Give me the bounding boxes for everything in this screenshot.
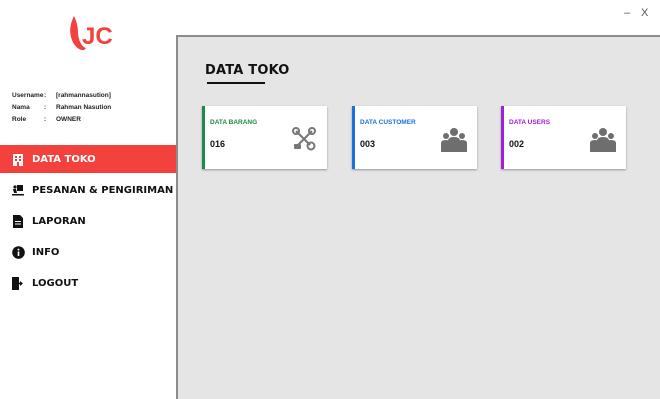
user-sep: : <box>44 116 47 123</box>
user-key: Role <box>12 116 27 123</box>
user-value: OWNER <box>56 116 81 123</box>
close-button[interactable]: X <box>641 7 648 19</box>
user-value: Rahman Nasution <box>56 104 112 111</box>
user-key: Nama <box>12 104 30 111</box>
main-panel: DATA TOKO DATA BARANG 016 DATA CUSTOMER … <box>176 35 660 399</box>
users-icon <box>441 128 467 152</box>
card-value: 003 <box>360 139 376 149</box>
nav-item-logout[interactable]: LOGOUT <box>0 269 176 297</box>
logout-icon <box>11 276 25 290</box>
delivery-icon <box>11 183 25 197</box>
user-info: Username : [rahmannasution] Nama : Rahma… <box>12 92 111 128</box>
minimize-button[interactable]: – <box>624 7 630 19</box>
logo-text: JC <box>82 23 113 50</box>
user-sep: : <box>44 92 47 99</box>
page-title: DATA TOKO <box>205 63 290 78</box>
user-sep: : <box>44 104 47 111</box>
card-value: 016 <box>210 139 226 149</box>
card-label: DATA CUSTOMER <box>360 119 416 126</box>
nav-item-pesanan-pengiriman[interactable]: PESANAN & PENGIRIMAN <box>0 176 176 204</box>
nav-label: LOGOUT <box>32 277 79 289</box>
nav-item-data-toko[interactable]: DATA TOKO <box>0 145 176 173</box>
card-value: 002 <box>509 139 525 149</box>
info-icon <box>11 245 25 259</box>
card-data-barang[interactable]: DATA BARANG 016 <box>202 106 327 169</box>
card-data-customer[interactable]: DATA CUSTOMER 003 <box>352 106 477 169</box>
nav-item-laporan[interactable]: LAPORAN <box>0 207 176 235</box>
card-label: DATA BARANG <box>210 119 258 126</box>
user-row-name: Nama : Rahman Nasution <box>12 104 111 116</box>
jc-logo: JC <box>70 16 113 51</box>
nav-item-info[interactable]: INFO <box>0 238 176 266</box>
card-data-users[interactable]: DATA USERS 002 <box>501 106 626 169</box>
document-icon <box>11 214 25 228</box>
building-icon <box>11 152 25 166</box>
users-icon <box>590 128 616 152</box>
title-underline <box>207 82 265 84</box>
nav-label: PESANAN & PENGIRIMAN <box>32 184 174 196</box>
user-row-role: Role : OWNER <box>12 116 111 128</box>
tools-icon <box>292 127 316 151</box>
user-value: [rahmannasution] <box>56 92 111 99</box>
nav-label: INFO <box>32 246 60 258</box>
nav-label: DATA TOKO <box>32 153 96 165</box>
user-row-username: Username : [rahmannasution] <box>12 92 111 104</box>
card-label: DATA USERS <box>509 119 551 126</box>
nav-label: LAPORAN <box>32 215 86 227</box>
user-key: Username <box>12 92 44 99</box>
